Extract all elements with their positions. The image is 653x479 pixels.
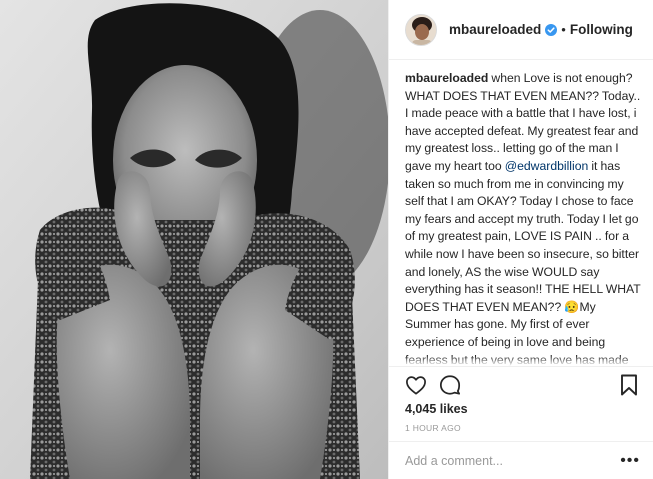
avatar-image	[406, 14, 436, 45]
caption-text: when Love is not enough? WHAT DOES THAT …	[405, 71, 641, 173]
avatar[interactable]	[405, 13, 437, 46]
caption-mention-link[interactable]: @edwardbillion	[505, 159, 589, 173]
caption-username[interactable]: mbaureloaded	[405, 71, 488, 85]
caption-fade	[389, 356, 653, 366]
header-username[interactable]: mbaureloaded	[449, 22, 541, 37]
like-button[interactable]	[403, 372, 429, 398]
caption: mbaureloaded when Love is not enough? WH…	[405, 70, 642, 366]
add-comment-input[interactable]	[405, 453, 621, 468]
save-button[interactable]	[616, 372, 642, 398]
likes-count[interactable]: 4,045 likes	[405, 402, 468, 416]
heart-icon	[406, 375, 426, 394]
post-timestamp[interactable]: 1 HOUR AGO	[405, 423, 461, 433]
post-header: mbaureloaded • Following	[389, 0, 653, 60]
bookmark-icon	[621, 374, 637, 395]
post-photo[interactable]	[0, 0, 388, 479]
header-separator: •	[561, 22, 566, 37]
caption-area: mbaureloaded when Love is not enough? WH…	[389, 60, 653, 366]
following-button[interactable]: Following	[570, 22, 633, 37]
comment-button[interactable]	[437, 372, 463, 398]
caption-text-continued: it has taken so much from me in convinci…	[405, 158, 641, 366]
verified-badge-icon	[545, 23, 558, 36]
comment-bar: •••	[389, 441, 653, 479]
post-details-panel: mbaureloaded • Following mbaureloaded wh…	[388, 0, 653, 479]
portrait-image	[0, 0, 388, 479]
action-bar	[389, 366, 653, 402]
more-options-button[interactable]: •••	[620, 452, 640, 468]
comment-bubble-icon	[439, 374, 461, 395]
